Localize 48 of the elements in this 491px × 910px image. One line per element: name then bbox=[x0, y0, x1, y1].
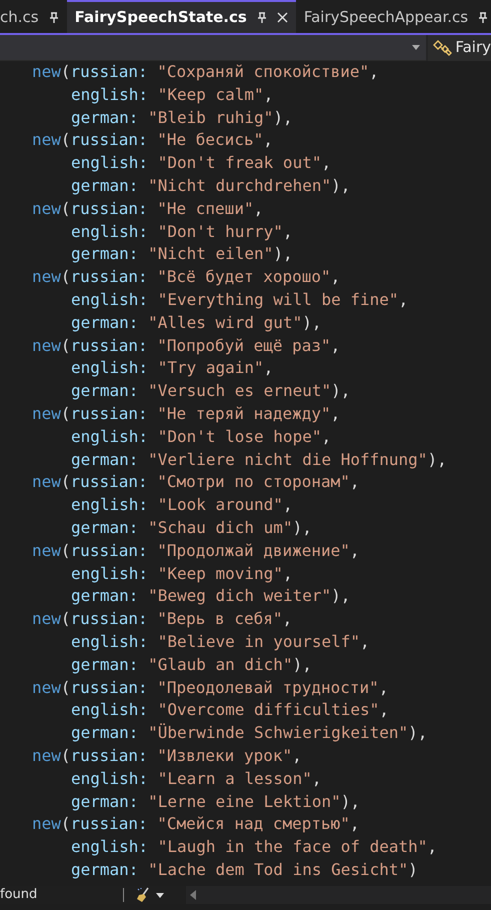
pin-icon[interactable] bbox=[48, 12, 59, 24]
code-line: german: "Bleib ruhig"), bbox=[70, 106, 294, 129]
code-line: english: "Learn a lesson", bbox=[70, 768, 322, 790]
code-line: new(russian: "Преодолевай трудности", bbox=[31, 676, 390, 699]
code-line: english: "Believe in yourself", bbox=[70, 630, 371, 653]
code-line: german: "Überwinde Schwierigkeiten"), bbox=[70, 722, 428, 744]
status-text: found bbox=[0, 886, 38, 904]
code-line: german: "Alles wird gut"), bbox=[70, 312, 322, 334]
code-line: german: "Versuch es erneut"), bbox=[70, 380, 352, 402]
code-line: english: "Look around", bbox=[70, 494, 294, 516]
caret-icon[interactable] bbox=[412, 45, 420, 50]
class-icon bbox=[432, 38, 452, 56]
code-line: english: "Everything will be fine", bbox=[70, 288, 410, 311]
code-line: new(russian: "Не бесись", bbox=[31, 129, 274, 152]
code-line: english: "Keep moving", bbox=[70, 562, 294, 585]
code-line: german: "Nicht eilen"), bbox=[70, 243, 294, 266]
code-line: new(russian: "Продолжай движение", bbox=[31, 540, 361, 562]
code-line: new(russian: "Извлеки урок", bbox=[31, 744, 303, 767]
code-line: english: "Don't hurry", bbox=[70, 220, 294, 243]
code-line: german: "Nicht durchdrehen"), bbox=[70, 174, 352, 197]
caret-icon bbox=[156, 892, 164, 898]
code-line: english: "Overcome difficulties", bbox=[70, 699, 390, 722]
code-line: english: "Try again", bbox=[70, 357, 274, 380]
code-line: german: "Glaub an dich"), bbox=[70, 654, 313, 676]
code-line: german: "Beweg dich weiter"), bbox=[70, 585, 352, 608]
code-line: german: "Lache dem Tod ins Gesicht") bbox=[70, 858, 419, 881]
code-line: new(russian: "Смотри по сторонам", bbox=[31, 471, 361, 494]
code-line: new(russian: "Смейся над смертью", bbox=[31, 813, 361, 836]
code-line: german: "Verliere nicht die Hoffnung"), bbox=[70, 448, 448, 471]
code-line: english: "Laugh in the face of death", bbox=[70, 836, 438, 858]
code-line: new(russian: "Всё будет хорошо", bbox=[31, 266, 342, 288]
pin-icon[interactable] bbox=[478, 12, 488, 24]
code-line: new(russian: "Не спеши", bbox=[31, 198, 264, 220]
member-dropdown[interactable]: Fairy bbox=[426, 34, 491, 60]
code-line: new(russian: "Не теряй надежду", bbox=[31, 402, 342, 425]
cleanup-button[interactable] bbox=[136, 887, 164, 903]
code-line: german: "Schau dich um"), bbox=[70, 516, 313, 539]
scroll-left-icon[interactable] bbox=[190, 890, 196, 900]
code-line: new(russian: "Верь в себя", bbox=[31, 608, 294, 630]
code-line: new(russian: "Сохраняй спокойствие", bbox=[31, 61, 380, 83]
pin-icon[interactable] bbox=[256, 12, 267, 24]
code-line: new(russian: "Попробуй ещё раз", bbox=[31, 334, 342, 357]
code-line: german: "Lerne eine Lektion"), bbox=[70, 790, 361, 812]
code-line: english: "Keep calm", bbox=[70, 84, 274, 106]
code-line: english: "Don't freak out", bbox=[70, 152, 332, 174]
file-tab[interactable]: FairySpeechState.cs bbox=[66, 0, 296, 33]
close-icon[interactable] bbox=[276, 12, 288, 23]
code-line: english: "Don't lose hope", bbox=[70, 426, 332, 448]
